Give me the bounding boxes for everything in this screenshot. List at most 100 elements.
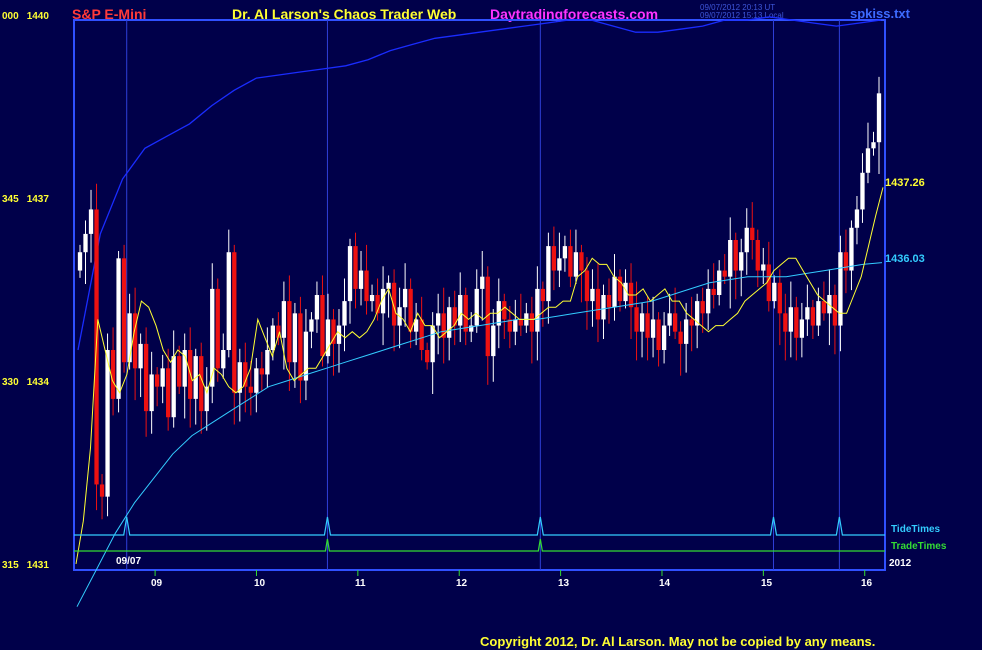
candle-body-8 <box>121 258 127 363</box>
candle-body-120 <box>739 252 744 271</box>
candle-body-143 <box>865 148 871 173</box>
candle-body-135 <box>821 301 827 314</box>
candle-body-93 <box>590 288 595 302</box>
candle-body-121 <box>744 227 749 253</box>
candle-body-88 <box>562 246 568 259</box>
upper-curve-series <box>77 16 882 351</box>
candle-body-132 <box>805 307 810 320</box>
candle-body-109 <box>678 331 683 344</box>
candle-body-5 <box>105 350 110 497</box>
x-tick-label-10: 10 <box>254 578 266 589</box>
candle-body-6 <box>110 350 116 399</box>
candle-body-13 <box>149 374 154 412</box>
candle-body-123 <box>755 240 760 271</box>
candle-body-15 <box>160 368 165 387</box>
candle-body-111 <box>689 319 694 326</box>
candle-body-142 <box>860 172 865 210</box>
x-tick-label-14: 14 <box>659 578 671 589</box>
candle-body-119 <box>733 240 738 271</box>
candle-body-72 <box>474 288 479 326</box>
fast-ma-last-value: 1437.26 <box>885 177 925 189</box>
candle-body-18 <box>177 356 182 387</box>
candle-body-145 <box>876 93 882 143</box>
candle-body-85 <box>546 246 551 302</box>
candle-body-4 <box>99 484 105 497</box>
candle-body-130 <box>794 307 799 338</box>
candle-body-114 <box>706 288 711 314</box>
x-tick-label-13: 13 <box>558 578 570 589</box>
y-tick-label-1434: 330 1434 <box>2 377 49 388</box>
candle-body-102 <box>639 313 645 332</box>
candle-body-31 <box>248 386 253 393</box>
y-tick-label-1437: 345 1437 <box>2 194 49 205</box>
tide-times-line <box>74 516 885 536</box>
candle-body-140 <box>849 227 854 271</box>
candle-body-118 <box>728 240 733 277</box>
candle-body-59 <box>402 288 408 308</box>
candle-body-122 <box>750 227 755 240</box>
trade-times-label: TradeTimes <box>891 541 947 552</box>
candle-body-41 <box>303 331 309 381</box>
candle-body-1 <box>83 233 88 253</box>
candle-body-105 <box>656 319 661 350</box>
candle-body-134 <box>816 301 821 326</box>
candle-body-83 <box>535 288 540 332</box>
candle-body-95 <box>601 295 606 320</box>
candle-body-94 <box>595 288 601 320</box>
candle-body-115 <box>711 288 716 295</box>
candle-body-46 <box>331 319 336 344</box>
candle-body-117 <box>722 270 727 277</box>
x-tick-label-16: 16 <box>861 578 873 589</box>
candle-body-33 <box>259 368 264 375</box>
price-chart <box>73 16 886 607</box>
candle-body-69 <box>458 295 463 326</box>
candle-body-16 <box>166 368 171 418</box>
candle-body-133 <box>810 307 816 326</box>
candle-body-60 <box>408 288 413 332</box>
candle-body-57 <box>391 282 397 326</box>
candle-body-103 <box>645 313 650 338</box>
candle-body-9 <box>127 313 132 363</box>
candle-body-17 <box>171 356 176 418</box>
candle-body-24 <box>210 288 215 387</box>
candle-body-11 <box>138 343 143 369</box>
candle-body-104 <box>650 319 656 338</box>
candle-body-67 <box>447 307 452 338</box>
candle-body-25 <box>215 288 220 369</box>
y-tick-label-1431: 315 1431 <box>2 560 49 571</box>
candle-body-42 <box>309 319 314 332</box>
candle-body-86 <box>551 246 557 271</box>
candle-body-40 <box>298 313 303 381</box>
y-tick-label-1440: 000 1440 <box>2 11 49 22</box>
slow-ma-line <box>76 262 883 607</box>
candle-body-131 <box>799 319 805 338</box>
candle-body-144 <box>871 142 876 149</box>
candle-body-77 <box>502 301 507 320</box>
candle-body-53 <box>369 295 375 302</box>
candle-body-35 <box>270 325 276 350</box>
candle-body-138 <box>838 252 843 326</box>
candle-body-141 <box>854 209 860 228</box>
candle-body-63 <box>425 350 430 363</box>
x-tick-label-09: 09 <box>151 578 163 589</box>
candle-body-64 <box>430 325 435 363</box>
trade-times-line <box>74 538 885 552</box>
candle-body-62 <box>419 319 424 350</box>
candle-body-107 <box>667 313 672 326</box>
candle-body-87 <box>557 258 562 271</box>
candle-body-43 <box>314 295 320 320</box>
candle-body-48 <box>342 301 347 326</box>
candle-body-34 <box>265 350 270 375</box>
candle-body-82 <box>529 313 534 332</box>
candle-body-39 <box>292 313 298 363</box>
candle-body-28 <box>232 252 237 393</box>
candle-body-124 <box>761 264 766 271</box>
candle-body-14 <box>154 374 160 387</box>
plot-frame <box>73 19 886 571</box>
candle-body-27 <box>226 252 231 350</box>
candle-body-52 <box>364 270 369 302</box>
tide-times-label: TideTimes <box>891 524 941 535</box>
candle-body-26 <box>221 350 226 369</box>
candle-body-90 <box>573 252 579 277</box>
candle-body-128 <box>783 313 788 332</box>
